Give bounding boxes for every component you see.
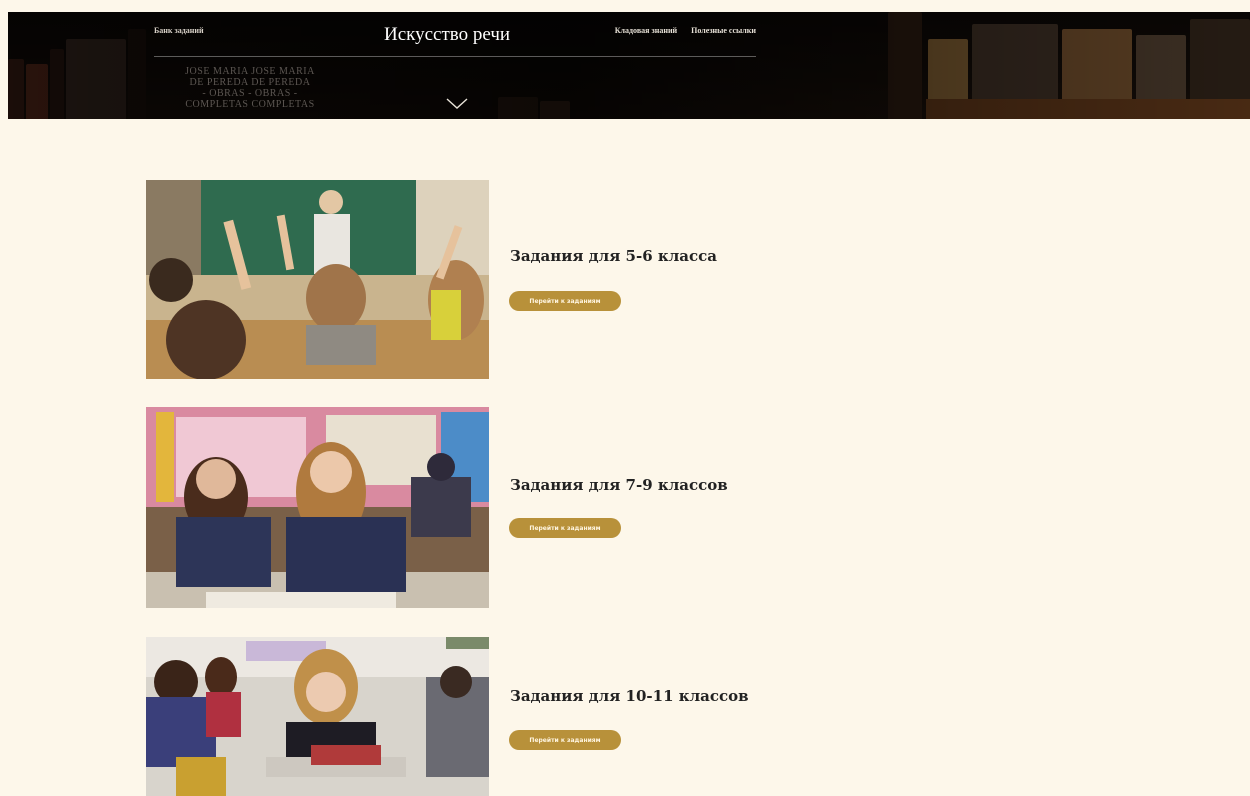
nav-link-useful-links[interactable]: Полезные ссылки <box>691 26 756 35</box>
book-spine-text: JOSE MARIA JOSE MARIA DE PEREDA DE PERED… <box>185 66 315 110</box>
card-title: Задания для 5-6 класса <box>510 247 717 265</box>
header-hero: JOSE MARIA JOSE MARIA DE PEREDA DE PERED… <box>8 12 1250 119</box>
students-photo <box>146 407 489 608</box>
top-nav: Банк заданий Искусство речи Кладовая зна… <box>154 24 756 57</box>
card-title: Задания для 10-11 классов <box>510 687 749 705</box>
classroom-photo <box>146 180 489 379</box>
exam-photo <box>146 637 489 796</box>
nav-link-task-bank[interactable]: Банк заданий <box>154 26 204 35</box>
nav-right-links: Кладовая знаний Полезные ссылки <box>615 26 756 35</box>
nav-link-knowledge-pantry[interactable]: Кладовая знаний <box>615 26 677 35</box>
go-to-tasks-button[interactable]: Перейти к заданиям <box>509 291 621 311</box>
go-to-tasks-button[interactable]: Перейти к заданиям <box>509 730 621 750</box>
card-title: Задания для 7-9 классов <box>510 476 728 494</box>
go-to-tasks-button[interactable]: Перейти к заданиям <box>509 518 621 538</box>
site-title[interactable]: Искусство речи <box>384 24 510 46</box>
chevron-down-icon[interactable] <box>446 98 468 110</box>
